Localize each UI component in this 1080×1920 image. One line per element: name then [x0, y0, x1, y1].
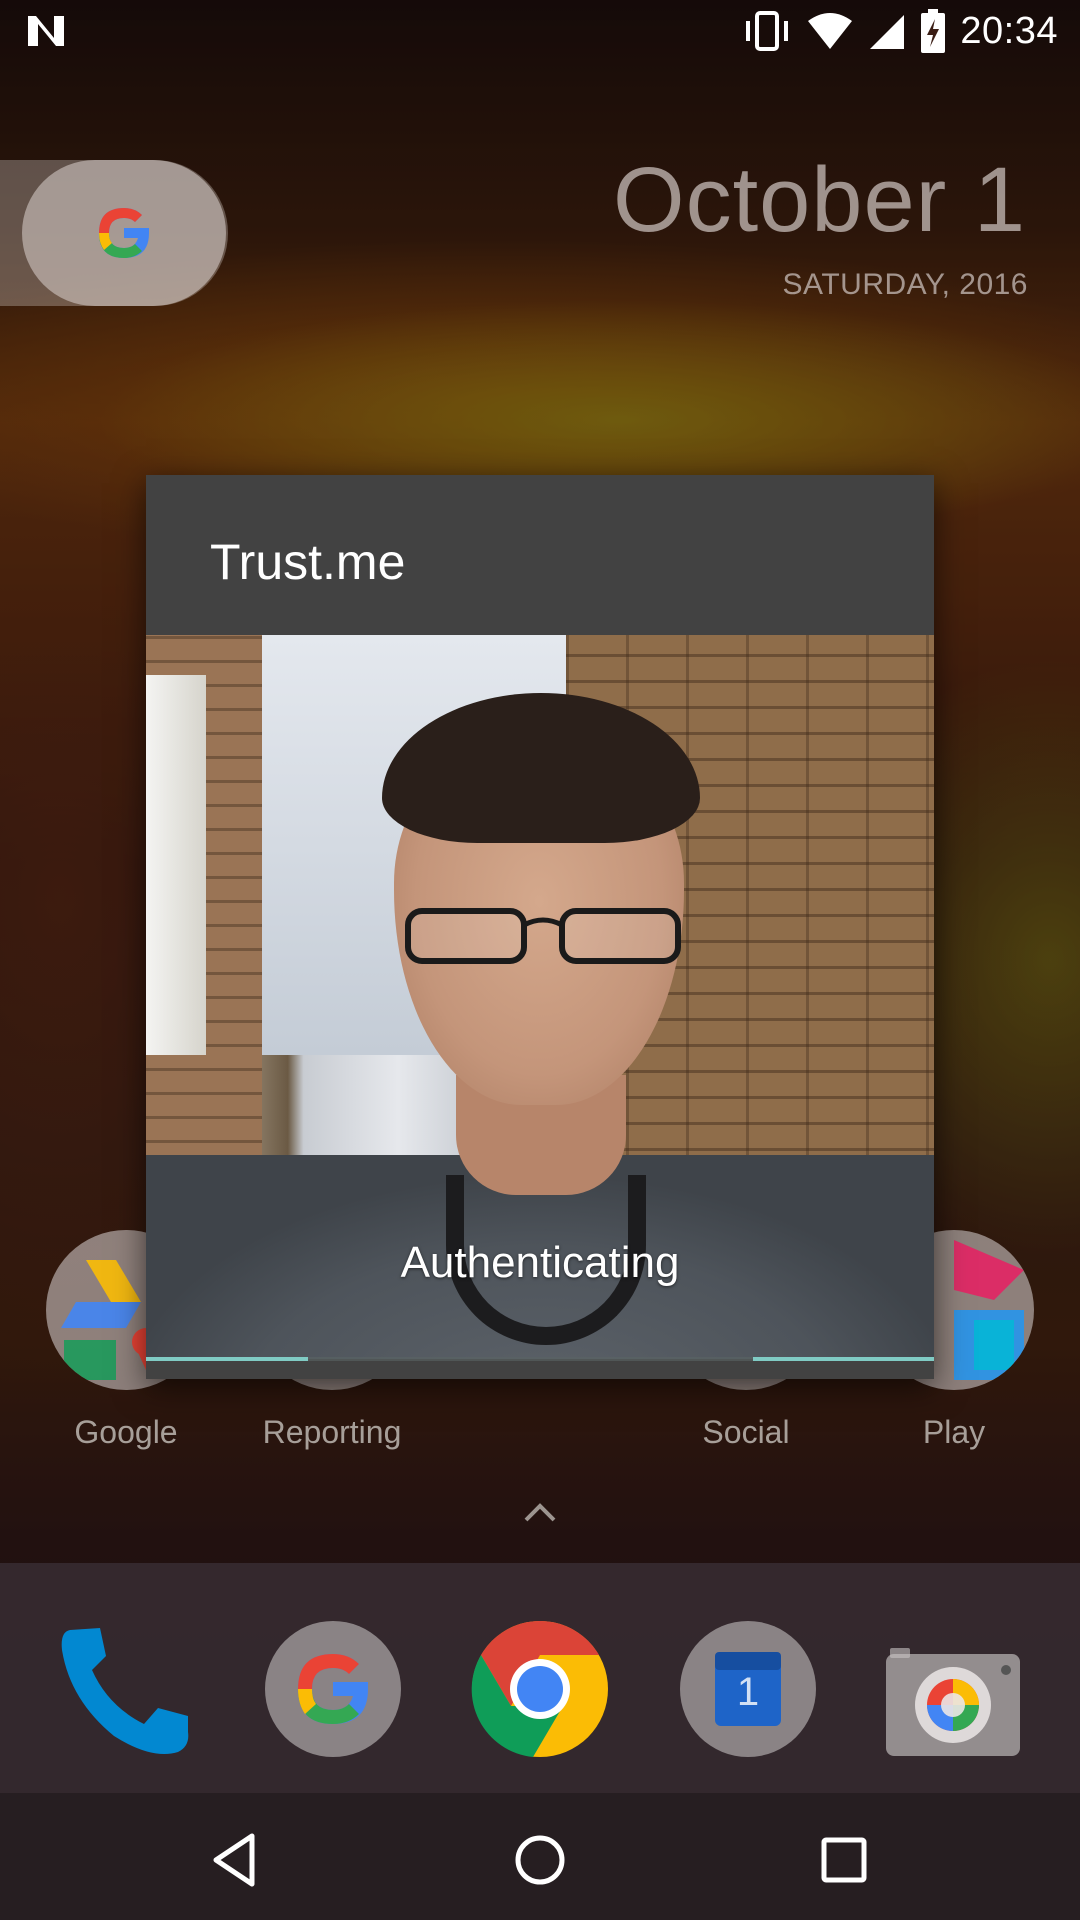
recents-button[interactable]: [814, 1830, 874, 1890]
auth-progress-bar: [146, 1357, 934, 1361]
google-icon[interactable]: [264, 1620, 402, 1758]
date-widget[interactable]: October 1: [613, 148, 1026, 253]
phone-icon[interactable]: [56, 1620, 194, 1758]
home-button[interactable]: [510, 1830, 570, 1890]
dialog-title: Trust.me: [210, 534, 406, 590]
date-subtitle: SATURDAY, 2016: [782, 268, 1028, 301]
cell-signal-icon: [870, 15, 905, 49]
app-label-reporting: Reporting: [262, 1414, 402, 1450]
clock-time: 20:34: [960, 9, 1058, 52]
app-label-google: Google: [74, 1414, 178, 1450]
google-search-button[interactable]: [22, 160, 226, 306]
app-label-social: Social: [702, 1414, 790, 1450]
app-label-play: Play: [922, 1414, 986, 1450]
camera-icon[interactable]: [884, 1630, 1022, 1768]
calendar-icon[interactable]: 1: [679, 1620, 817, 1758]
wifi-icon: [808, 13, 853, 49]
glasses: [405, 908, 681, 964]
n-logo-icon: [28, 16, 64, 46]
chrome-icon[interactable]: [471, 1620, 609, 1758]
progress-segment: [146, 1357, 308, 1361]
back-button[interactable]: [206, 1830, 266, 1890]
google-g-icon: [99, 208, 149, 258]
app-drawer-chevron-icon[interactable]: [520, 1498, 560, 1528]
google-search-pill[interactable]: [0, 160, 228, 306]
progress-segment: [752, 1357, 934, 1361]
status-bar: 20:34: [0, 0, 1080, 63]
calendar-day: 1: [736, 1670, 760, 1714]
battery-charging-icon: [921, 9, 946, 53]
vibrate-icon: [746, 11, 789, 51]
auth-status-text: Authenticating: [400, 1238, 680, 1287]
